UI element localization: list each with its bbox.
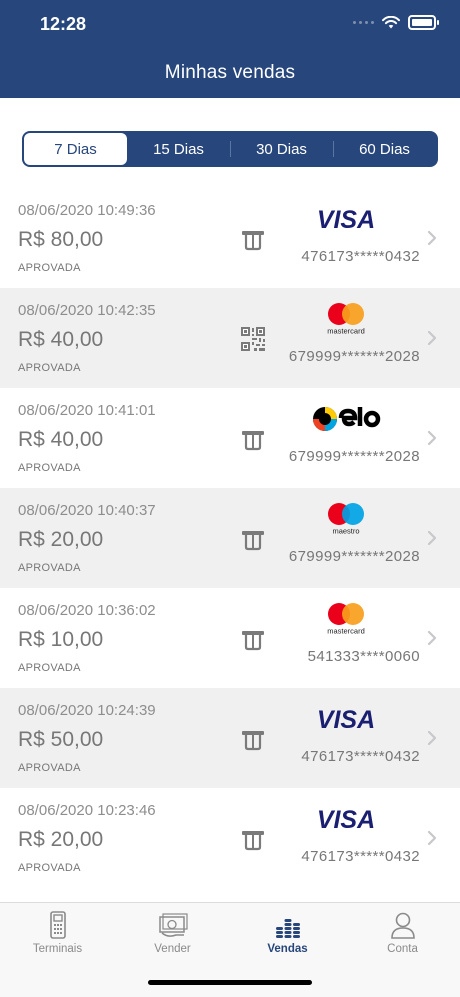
card-icon [240, 526, 266, 552]
sale-amount: R$ 40,00 [18, 428, 104, 451]
sale-status: APROVADA [18, 362, 81, 374]
elo-logo-icon [300, 402, 392, 436]
status-time: 12:28 [40, 14, 87, 34]
sale-status: APROVADA [18, 462, 81, 474]
header: 12:28 Minhas vendas [0, 0, 460, 98]
visa-logo-icon: VISA [300, 802, 392, 836]
chevron-right-icon [427, 330, 437, 346]
coins-icon [275, 919, 300, 938]
sale-datetime: 08/06/2020 10:42:35 [18, 302, 156, 319]
period-selector: 7 Dias 15 Dias 30 Dias 60 Dias [22, 131, 438, 167]
sale-amount: R$ 50,00 [18, 728, 104, 751]
period-30-days[interactable]: 30 Dias [230, 133, 333, 165]
svg-text:maestro: maestro [332, 527, 359, 536]
svg-text:mastercard: mastercard [327, 627, 365, 636]
sale-datetime: 08/06/2020 10:24:39 [18, 702, 156, 719]
svg-text:VISA: VISA [317, 207, 375, 231]
sale-amount: R$ 40,00 [18, 328, 104, 351]
sale-row[interactable]: 08/06/2020 10:23:46 R$ 20,00 APROVADA VISA 4… [0, 788, 460, 888]
period-15-days[interactable]: 15 Dias [127, 133, 230, 165]
card-icon [240, 626, 266, 652]
card-number: 476173*****0432 [301, 748, 420, 765]
sale-datetime: 08/06/2020 10:40:37 [18, 502, 156, 519]
mastercard-logo-icon: mastercard [300, 302, 392, 336]
card-icon [240, 726, 266, 752]
battery-icon [408, 15, 439, 30]
card-number: 476173*****0432 [301, 848, 420, 865]
sale-status: APROVADA [18, 762, 81, 774]
svg-text:VISA: VISA [317, 807, 375, 831]
sell-icon [158, 913, 188, 937]
chevron-right-icon [427, 730, 437, 746]
tab-conta-label: Conta [387, 943, 418, 955]
sale-amount: R$ 20,00 [18, 828, 104, 851]
sale-amount: R$ 10,00 [18, 628, 104, 651]
sale-status: APROVADA [18, 562, 81, 574]
svg-text:mastercard: mastercard [327, 327, 365, 336]
chevron-right-icon [427, 530, 437, 546]
visa-logo-icon: VISA [300, 202, 392, 236]
card-icon [240, 426, 266, 452]
wifi-icon [382, 16, 400, 29]
chevron-right-icon [427, 630, 437, 646]
period-60-days[interactable]: 60 Dias [333, 133, 436, 165]
card-number: 476173*****0432 [301, 248, 420, 265]
tab-vender[interactable]: Vender [115, 909, 230, 965]
sale-datetime: 08/06/2020 10:36:02 [18, 602, 156, 619]
tab-vendas-label: Vendas [267, 943, 308, 955]
sale-status: APROVADA [18, 662, 81, 674]
period-7-days[interactable]: 7 Dias [24, 133, 127, 165]
tab-terminais-label: Terminais [32, 943, 83, 955]
sale-row[interactable]: 08/06/2020 10:41:01 R$ 40,00 APROVADA 67999… [0, 388, 460, 488]
tab-terminais[interactable]: Terminais [0, 909, 115, 965]
sale-status: APROVADA [18, 862, 81, 874]
sale-datetime: 08/06/2020 10:41:01 [18, 402, 156, 419]
sale-row[interactable]: 08/06/2020 10:42:35 R$ 40,00 APROVADA maste… [0, 288, 460, 388]
sale-status: APROVADA [18, 262, 81, 274]
maestro-logo-icon: maestro [300, 502, 392, 536]
chevron-right-icon [427, 430, 437, 446]
card-icon [240, 226, 266, 252]
user-icon [390, 912, 415, 939]
mastercard-logo-icon: mastercard [300, 602, 392, 636]
sale-datetime: 08/06/2020 10:23:46 [18, 802, 156, 819]
svg-text:VISA: VISA [317, 707, 375, 731]
sale-row[interactable]: 08/06/2020 10:49:36 R$ 80,00 APROVADA VISA 4… [0, 188, 460, 288]
card-number: 679999*******2028 [288, 348, 420, 365]
sale-amount: R$ 20,00 [18, 528, 104, 551]
sale-amount: R$ 80,00 [18, 228, 104, 251]
page-title: Minhas vendas [164, 62, 296, 83]
terminal-icon [49, 911, 66, 939]
chevron-right-icon [427, 230, 437, 246]
sale-row[interactable]: 08/06/2020 10:36:02 R$ 10,00 APROVADA maste… [0, 588, 460, 688]
cellular-signal-icon [353, 21, 374, 24]
sale-row[interactable]: 08/06/2020 10:24:39 R$ 50,00 APROVADA VISA 4… [0, 688, 460, 788]
status-icons [353, 15, 439, 30]
card-icon [240, 826, 266, 852]
chevron-right-icon [427, 830, 437, 846]
card-number: 679999*******2028 [288, 548, 420, 565]
qr-code-icon [240, 326, 266, 352]
sales-list: 08/06/2020 10:49:36 R$ 80,00 APROVADA VISA 4… [0, 188, 460, 888]
card-number: 541333****0060 [307, 648, 420, 665]
visa-logo-icon: VISA [300, 702, 392, 736]
tab-conta[interactable]: Conta [345, 909, 460, 965]
tab-vender-label: Vender [154, 943, 191, 955]
sale-row[interactable]: 08/06/2020 10:40:37 R$ 20,00 APROVADA maest… [0, 488, 460, 588]
sale-datetime: 08/06/2020 10:49:36 [18, 202, 156, 219]
card-number: 679999*******2028 [288, 448, 420, 465]
home-indicator [148, 980, 312, 985]
tab-vendas[interactable]: Vendas [230, 909, 345, 965]
